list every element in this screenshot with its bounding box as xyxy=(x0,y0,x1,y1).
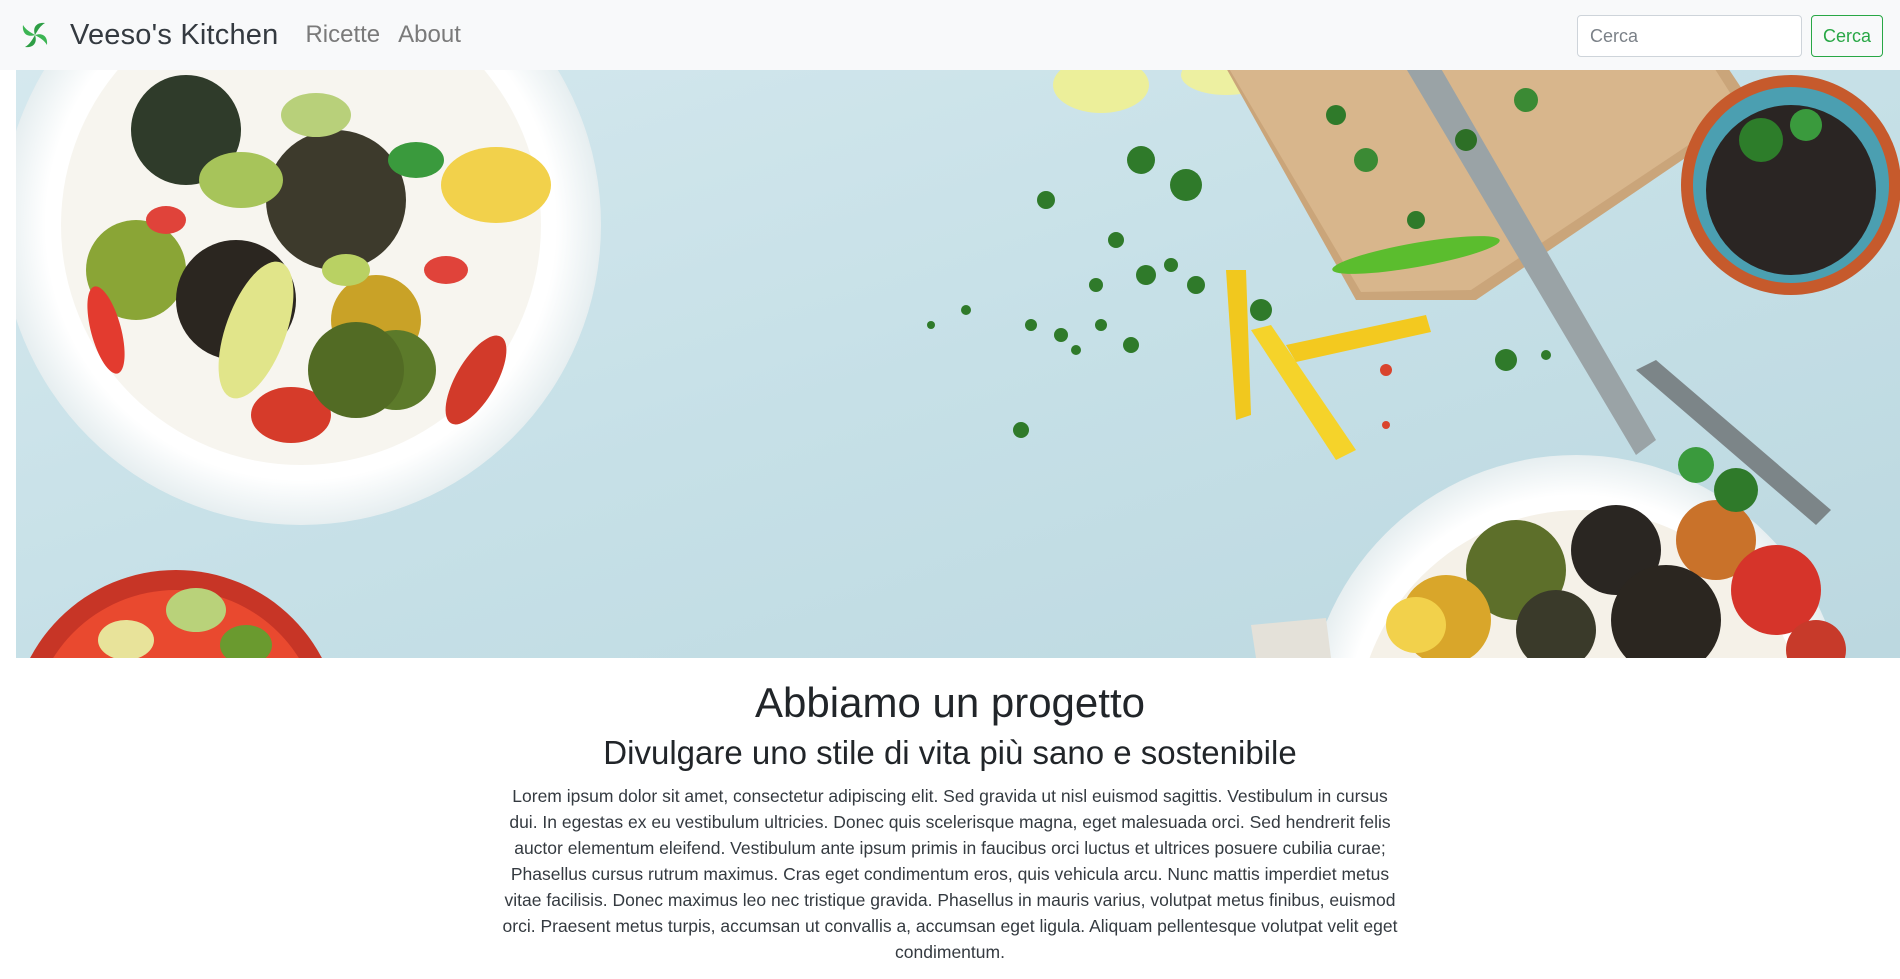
main-content: Abbiamo un progetto Divulgare uno stile … xyxy=(0,658,1900,965)
search-form: Cerca xyxy=(1577,15,1883,57)
search-input[interactable] xyxy=(1577,15,1802,57)
brand-name: Veeso's Kitchen xyxy=(70,18,279,51)
food-flatlay-hero-image xyxy=(16,70,1900,658)
nav-link-about[interactable]: About xyxy=(398,23,461,47)
brand-link[interactable]: Veeso's Kitchen xyxy=(18,18,278,52)
search-button[interactable]: Cerca xyxy=(1811,15,1883,57)
page-subtitle: Divulgare uno stile di vita più sano e s… xyxy=(603,734,1297,772)
navbar: Veeso's Kitchen Ricette About Cerca xyxy=(0,0,1900,70)
intro-paragraph: Lorem ipsum dolor sit amet, consectetur … xyxy=(502,785,1398,962)
green-leaf-spiral-icon xyxy=(18,18,52,52)
nav-links: Ricette About xyxy=(305,23,478,47)
page-title: Abbiamo un progetto xyxy=(755,679,1145,726)
nav-link-ricette[interactable]: Ricette xyxy=(305,23,380,47)
